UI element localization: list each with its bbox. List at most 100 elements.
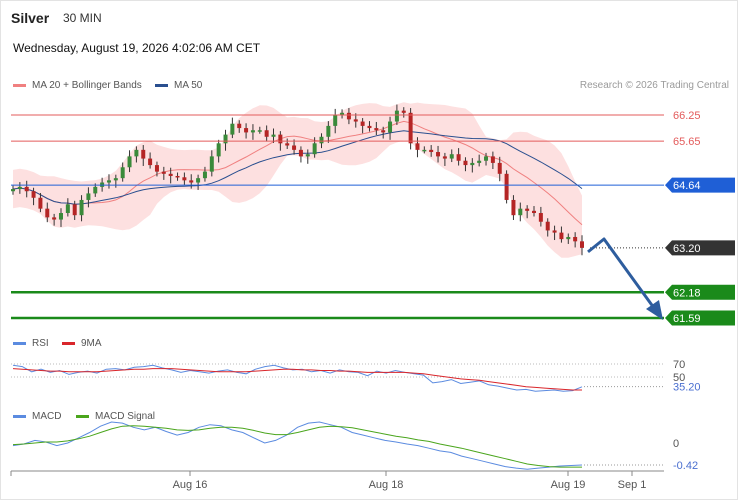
candle-body	[436, 152, 441, 157]
candle-body	[545, 221, 550, 231]
candle-body	[525, 208, 530, 211]
candle-body	[154, 165, 159, 172]
macd-zero-label: 0	[673, 438, 679, 450]
candle-body	[127, 156, 132, 168]
candle-body	[353, 119, 358, 122]
candle-body	[408, 112, 413, 144]
candle-body	[292, 145, 297, 150]
candle-body	[381, 130, 386, 133]
candle	[504, 170, 509, 204]
candle-body	[429, 149, 434, 153]
candle-body	[264, 130, 269, 137]
macd-signal-line	[12, 425, 582, 468]
candle-body	[566, 236, 571, 240]
candle-body	[463, 160, 468, 166]
bollinger-band	[13, 102, 582, 258]
level-label-63-20: 63.20	[673, 243, 701, 255]
macd-line	[12, 421, 583, 470]
candle-body	[477, 160, 482, 163]
candle-body	[484, 156, 489, 161]
candle-body	[93, 186, 98, 194]
macd-last-label: -0.42	[673, 460, 698, 472]
candle-body	[449, 154, 454, 159]
candle-body	[497, 162, 502, 174]
candle-body	[31, 191, 36, 198]
level-label-65-65: 65.65	[673, 136, 701, 148]
candle-body	[518, 208, 523, 216]
candle-body	[504, 173, 509, 200]
candle-body	[86, 193, 91, 200]
candle-body	[278, 134, 283, 144]
candle-body	[326, 125, 331, 137]
candle-body	[45, 208, 50, 218]
level-label-64-64: 64.64	[673, 180, 701, 192]
candle-body	[552, 230, 557, 233]
x-tick-label-0: Aug 16	[173, 479, 208, 491]
candle-body	[11, 189, 15, 192]
candle-body	[17, 186, 22, 190]
candle-body	[189, 180, 194, 183]
candle-body	[244, 128, 249, 133]
candle-body	[511, 199, 516, 216]
candle-body	[538, 213, 543, 222]
level-label-61-59: 61.59	[673, 313, 701, 325]
forecast-arrow	[587, 237, 656, 309]
candle-body	[79, 199, 84, 216]
candle-body	[257, 130, 262, 132]
candle-body	[490, 156, 495, 163]
rsi-ma-line	[12, 368, 582, 391]
candle-body	[38, 197, 43, 209]
x-tick-label-1: Aug 18	[369, 479, 404, 491]
candle-body	[209, 156, 214, 172]
candle-body	[223, 134, 228, 144]
candle-body	[113, 178, 118, 181]
candle-body	[196, 178, 201, 183]
chart-canvas: 66.2565.6564.6463.2062.1861.59705035.200…	[10, 102, 735, 491]
candle-body	[230, 123, 235, 135]
candle-body	[65, 204, 70, 214]
candle-body	[24, 186, 29, 192]
candle-body	[106, 180, 111, 183]
rsi-tick-70: 70	[673, 359, 685, 371]
candle-body	[58, 213, 63, 220]
candle-body	[250, 130, 255, 133]
x-tick-label-3: Sep 1	[618, 479, 647, 491]
candle-body	[134, 149, 139, 157]
candle-body	[360, 121, 365, 126]
level-label-66-25: 66.25	[673, 110, 701, 122]
candle-body	[559, 232, 564, 240]
candle-body	[374, 128, 379, 131]
candle-body	[237, 123, 242, 129]
candle-body	[120, 167, 125, 179]
candle-body	[319, 136, 324, 144]
candle-body	[285, 143, 290, 146]
candle-body	[401, 110, 406, 113]
candle-body	[580, 241, 584, 248]
candle-body	[573, 236, 578, 242]
candle-body	[216, 143, 221, 157]
candle-body	[442, 156, 447, 159]
candle-body	[168, 173, 173, 176]
candle-body	[271, 134, 276, 137]
candle-body	[333, 115, 338, 126]
candle-body	[422, 149, 427, 152]
candle-body	[388, 121, 393, 133]
candle-body	[394, 110, 399, 122]
candle-body	[202, 171, 207, 179]
candle-body	[298, 149, 303, 157]
candle-body	[305, 154, 310, 157]
candle-body	[175, 175, 180, 178]
candle-body	[415, 143, 420, 150]
candle-body	[312, 143, 317, 155]
candle-body	[532, 210, 537, 214]
candle-body	[161, 171, 166, 174]
x-tick-label-2: Aug 19	[551, 479, 586, 491]
candle-body	[470, 162, 475, 166]
level-label-62-18: 62.18	[673, 287, 701, 299]
candle-body	[182, 177, 187, 181]
rsi-last-label: 35.20	[673, 382, 701, 394]
candle-body	[367, 125, 372, 129]
candle-body	[456, 154, 461, 161]
candle-body	[52, 217, 57, 220]
candle	[408, 108, 413, 150]
